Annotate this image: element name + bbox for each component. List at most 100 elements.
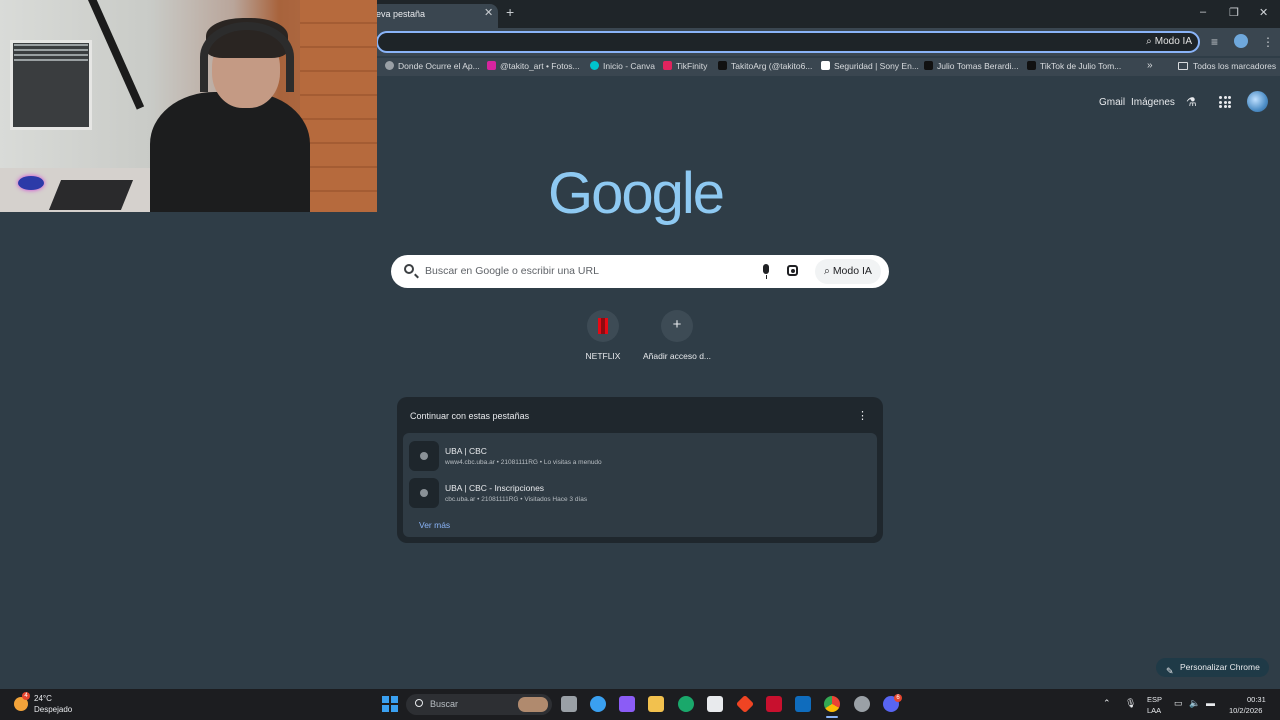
list-item[interactable]: UBA | CBC - Inscripciones cbc.uba.ar • 2… <box>403 474 877 510</box>
tiktok-icon <box>1027 61 1036 70</box>
bookmark-item[interactable]: Inicio - Canva <box>590 61 655 71</box>
see-more-link[interactable]: Ver más <box>419 520 450 530</box>
webcam-mouse <box>18 176 44 190</box>
globe-icon <box>385 61 394 70</box>
weather-app-icon[interactable] <box>590 696 606 712</box>
all-bookmarks-button[interactable]: Todos los marcadores <box>1178 61 1276 71</box>
list-item-title: UBA | CBC <box>445 446 487 456</box>
weather-description[interactable]: Despejado <box>34 705 72 714</box>
plus-icon: + <box>672 316 682 333</box>
clock-date[interactable]: 10/2/2026 <box>1229 706 1262 715</box>
windows-start-icon[interactable] <box>382 696 398 712</box>
bookmark-item[interactable]: Seguridad | Sony En... <box>821 61 919 71</box>
shortcut-netflix[interactable]: NETFLIX <box>563 310 643 361</box>
webcam-keyboard <box>48 180 134 210</box>
google-logo: Google <box>548 161 725 226</box>
customize-chrome-button[interactable]: ✎ Personalizar Chrome <box>1156 658 1269 677</box>
search-icon <box>404 264 414 274</box>
steam-icon[interactable] <box>854 696 870 712</box>
gmail-link[interactable]: Gmail <box>1099 97 1125 108</box>
bookmark-item[interactable]: Donde Ocurre el Ap... <box>385 61 480 71</box>
folder-icon <box>1178 62 1188 70</box>
network-icon[interactable]: ▭ <box>1174 698 1183 709</box>
ai-mode-button[interactable]: ⌕ Modo IA <box>815 259 881 284</box>
more-vert-icon[interactable]: ⋮ <box>857 409 868 422</box>
keyboard-layout[interactable]: LAA <box>1147 706 1161 715</box>
camera-lens-icon[interactable] <box>787 265 798 276</box>
search-box[interactable]: Buscar en Google o escribir una URL ⌕ Mo… <box>391 255 889 288</box>
file-explorer-icon[interactable] <box>648 696 664 712</box>
profile-icon[interactable] <box>1234 34 1248 48</box>
edge-icon[interactable] <box>678 696 694 712</box>
minimize-icon[interactable]: – <box>1200 6 1206 18</box>
sony-icon <box>821 61 830 70</box>
instagram-icon <box>487 61 496 70</box>
mcafee-icon[interactable] <box>766 696 782 712</box>
shortcut-add[interactable]: + Añadir acceso d... <box>637 310 717 361</box>
ai-mode-label: Modo IA <box>832 265 872 277</box>
tab-close-icon[interactable]: ✕ <box>484 6 493 19</box>
window-close-icon[interactable]: ✕ <box>1259 6 1268 19</box>
bookmark-label: Seguridad | Sony En... <box>834 61 919 71</box>
volume-icon[interactable]: 🔈 <box>1189 698 1200 709</box>
shortcut-label: Añadir acceso d... <box>642 351 712 361</box>
bookmark-item[interactable]: TikTok de Julio Tom... <box>1027 61 1121 71</box>
task-view-icon[interactable] <box>561 696 577 712</box>
chevron-up-icon[interactable]: ⌃ <box>1103 698 1111 709</box>
labs-icon[interactable]: ⚗ <box>1186 95 1197 109</box>
bookmark-label: TikFinity <box>676 61 708 71</box>
tikfinity-icon <box>663 61 672 70</box>
bookmark-item[interactable]: TakitoArg (@takito6... <box>718 61 812 71</box>
tab-search-icon[interactable]: ≡ <box>1211 35 1218 49</box>
copilot-icon[interactable] <box>619 696 635 712</box>
continue-tabs-list: UBA | CBC www4.cbc.uba.ar • 21081111RG •… <box>403 433 877 537</box>
battery-icon[interactable]: ▬ <box>1206 698 1215 708</box>
google-apps-icon[interactable] <box>1219 96 1231 108</box>
omnibox-ai-mode-button[interactable]: ⌕ Modo IA <box>1146 34 1192 50</box>
ai-search-icon: ⌕ <box>824 265 833 277</box>
weather-badge: 4 <box>22 692 30 700</box>
bookmarks-bar: Donde Ocurre el Ap... @takito_art • Foto… <box>376 58 1280 76</box>
bookmark-item[interactable]: Julio Tomas Berardi... <box>924 61 1019 71</box>
omnibox-ai-mode-label: Modo IA <box>1154 36 1192 47</box>
microphone-icon[interactable]: 🎙 <box>1125 698 1136 709</box>
discord-badge: 6 <box>894 694 902 702</box>
globe-icon <box>409 478 439 508</box>
canva-icon <box>590 61 599 70</box>
active-tab[interactable]: eva pestaña <box>370 4 498 28</box>
bookmark-item[interactable]: @takito_art • Fotos... <box>487 61 580 71</box>
bookmark-item[interactable]: TikFinity <box>663 61 707 71</box>
restore-icon[interactable]: ❐ <box>1229 6 1239 19</box>
bookmark-label: TikTok de Julio Tom... <box>1040 61 1122 71</box>
active-tab-title: eva pestaña <box>376 9 426 19</box>
list-item[interactable]: UBA | CBC www4.cbc.uba.ar • 21081111RG •… <box>403 437 877 473</box>
webcam-overlay <box>0 0 377 212</box>
new-tab-button[interactable]: + <box>506 4 514 20</box>
bookmarks-overflow-button[interactable]: » <box>1147 60 1153 71</box>
address-bar[interactable]: ⌕ Modo IA <box>376 31 1200 53</box>
shortcut-tile: + <box>661 310 693 342</box>
account-avatar[interactable] <box>1247 91 1268 112</box>
outlook-icon[interactable] <box>795 696 811 712</box>
chrome-icon[interactable] <box>824 696 840 712</box>
continue-tabs-title: Continuar con estas pestañas <box>410 411 530 421</box>
continue-tabs-card: Continuar con estas pestañas ⋮ UBA | CBC… <box>397 397 883 543</box>
microphone-icon[interactable] <box>763 264 769 279</box>
webcam-window-blinds <box>14 44 88 64</box>
menu-icon[interactable]: ⋮ <box>1262 35 1274 49</box>
weather-temperature[interactable]: 24°C <box>34 694 52 703</box>
clock-time[interactable]: 00:31 <box>1247 695 1266 704</box>
bookmark-label: @takito_art • Fotos... <box>500 61 580 71</box>
webcam-wooden-door <box>300 0 377 212</box>
search-input[interactable]: Buscar en Google o escribir una URL <box>425 265 599 277</box>
taskbar-search[interactable]: Buscar <box>406 694 552 715</box>
customize-chrome-label: Personalizar Chrome <box>1180 662 1260 672</box>
search-highlight-image <box>518 697 548 712</box>
store-icon[interactable] <box>707 696 723 712</box>
bookmark-label: Inicio - Canva <box>603 61 655 71</box>
keyboard-language[interactable]: ESP <box>1147 695 1162 704</box>
taskbar-search-label: Buscar <box>430 699 459 709</box>
images-link[interactable]: Imágenes <box>1131 97 1175 108</box>
active-app-indicator <box>826 716 838 718</box>
shortcut-tile <box>587 310 619 342</box>
